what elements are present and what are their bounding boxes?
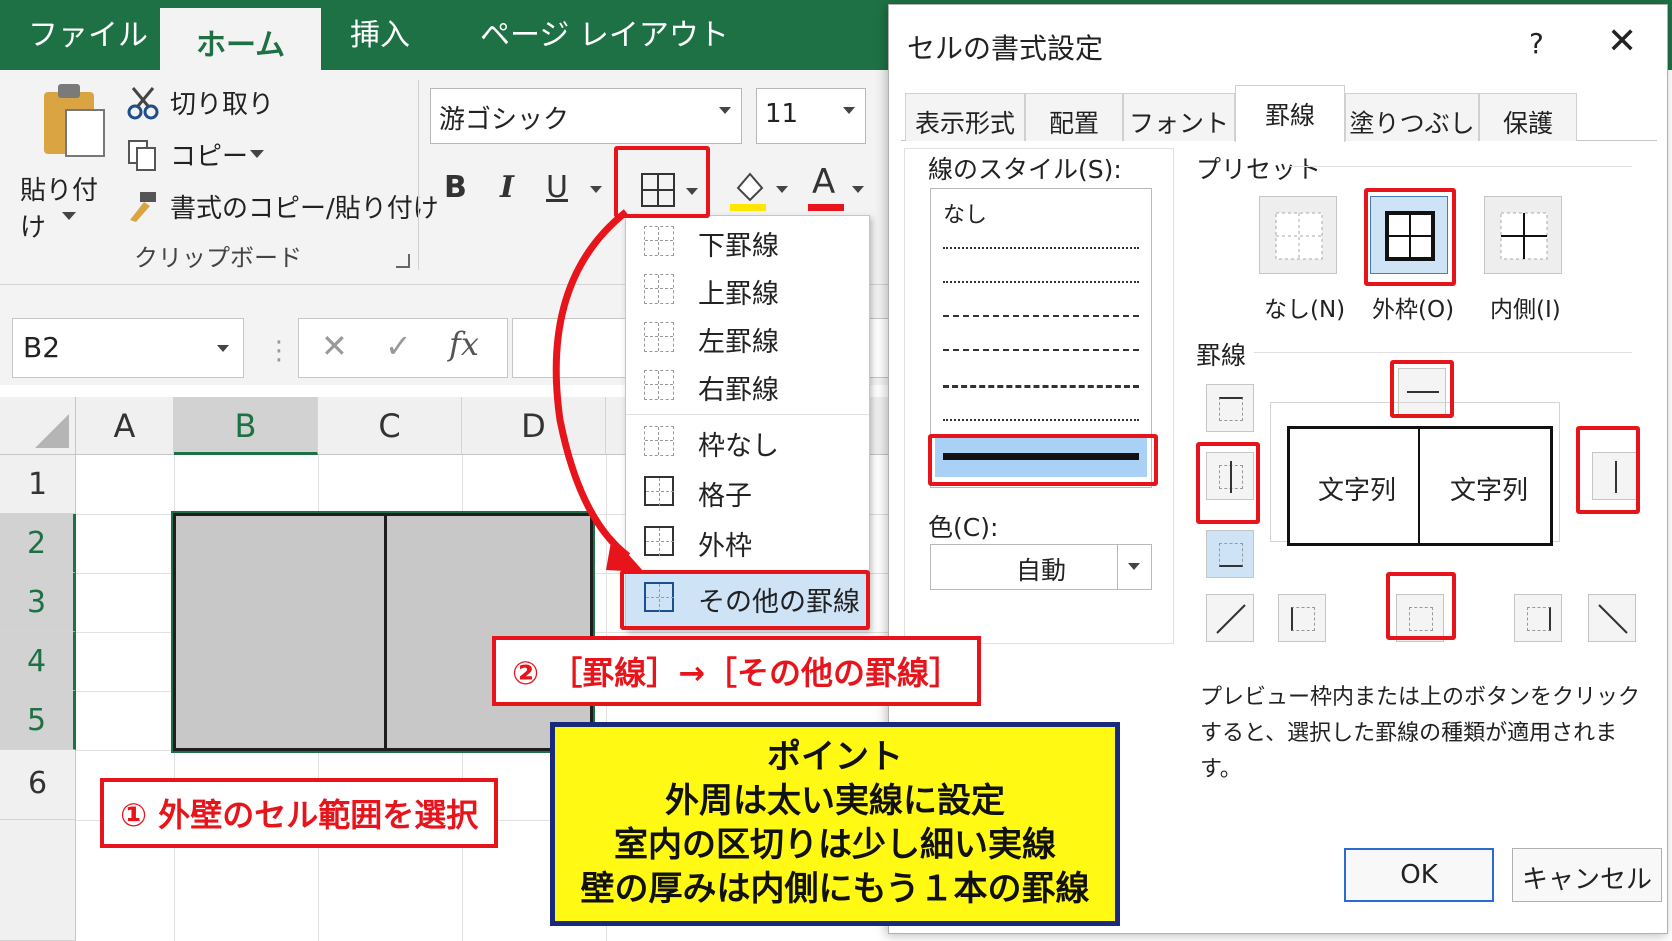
point-note: ポイント 外周は太い実線に設定 室内の区切りは少し細い実線 壁の厚みは内側にもう… <box>550 722 1120 926</box>
note-title: ポイント <box>767 737 903 777</box>
step2-label: ② ［罫線］→［その他の罫線］ <box>492 636 982 706</box>
step1-label: ① 外壁のセル範囲を選択 <box>100 778 499 848</box>
note-line: 外周は太い実線に設定 <box>665 781 1005 821</box>
note-line: 室内の区切りは少し細い実線 <box>614 825 1056 865</box>
note-line: 壁の厚みは内側にもう１本の罫線 <box>580 869 1090 909</box>
